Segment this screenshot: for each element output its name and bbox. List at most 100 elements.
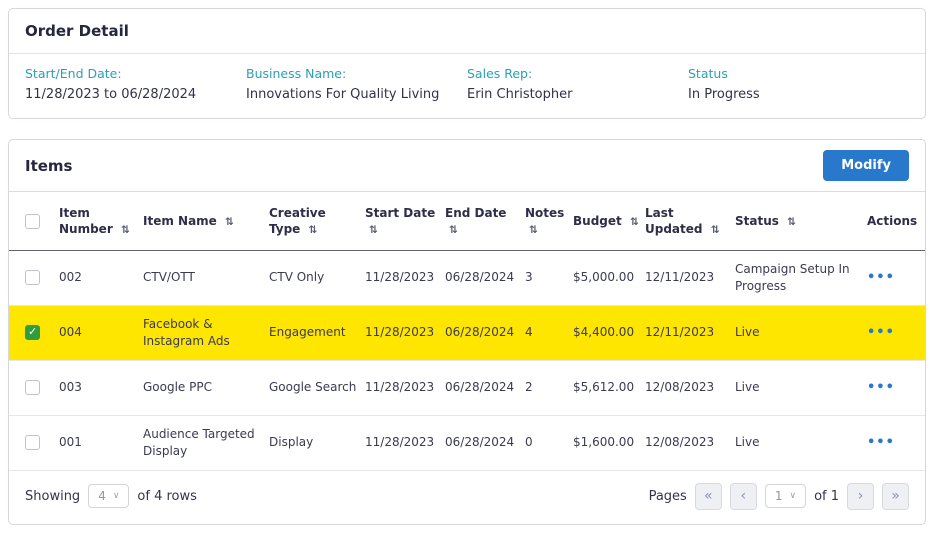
field-value: Erin Christopher bbox=[467, 87, 688, 102]
cell-start-date: 11/28/2023 bbox=[365, 415, 445, 470]
cell-last-updated: 12/08/2023 bbox=[645, 415, 735, 470]
rows-per-page-control: Showing 4 ∨ of 4 rows bbox=[25, 484, 197, 508]
next-page-button[interactable]: › bbox=[847, 483, 874, 510]
table-row: 002 CTV/OTT CTV Only 11/28/2023 06/28/20… bbox=[9, 250, 925, 305]
row-checkbox[interactable] bbox=[25, 270, 40, 285]
sort-icon[interactable]: ⇅ bbox=[630, 216, 639, 228]
column-header-item-name[interactable]: Item Name ⇅ bbox=[143, 192, 269, 250]
field-start-end-date: Start/End Date: 11/28/2023 to 06/28/2024 bbox=[25, 66, 246, 102]
cell-creative-type: CTV Only bbox=[269, 250, 365, 305]
row-checkbox[interactable] bbox=[25, 435, 40, 450]
cell-notes: 4 bbox=[525, 305, 573, 360]
column-label: Creative Type bbox=[269, 206, 326, 236]
cell-end-date: 06/28/2024 bbox=[445, 415, 525, 470]
column-header-budget[interactable]: Budget ⇅ bbox=[573, 192, 645, 250]
column-label: Status bbox=[735, 214, 779, 228]
sort-icon[interactable]: ⇅ bbox=[369, 224, 378, 236]
column-label: End Date bbox=[445, 206, 506, 220]
cell-item-name: Audience Targeted Display bbox=[143, 415, 269, 470]
cell-creative-type: Engagement bbox=[269, 305, 365, 360]
field-label: Start/End Date: bbox=[25, 66, 246, 81]
cell-start-date: 11/28/2023 bbox=[365, 305, 445, 360]
sort-icon[interactable]: ⇅ bbox=[711, 224, 720, 236]
page-select[interactable]: 1 ∨ bbox=[765, 484, 806, 508]
cell-status: Live bbox=[735, 415, 867, 470]
field-value: In Progress bbox=[688, 87, 909, 102]
cell-end-date: 06/28/2024 bbox=[445, 250, 525, 305]
cell-status: Live bbox=[735, 360, 867, 415]
cell-notes: 3 bbox=[525, 250, 573, 305]
column-label: Start Date bbox=[365, 206, 435, 220]
row-checkbox[interactable] bbox=[25, 325, 40, 340]
cell-end-date: 06/28/2024 bbox=[445, 305, 525, 360]
column-header-notes[interactable]: Notes ⇅ bbox=[525, 192, 573, 250]
cell-notes: 2 bbox=[525, 360, 573, 415]
of-rows-label: of 4 rows bbox=[137, 489, 196, 504]
cell-last-updated: 12/11/2023 bbox=[645, 250, 735, 305]
cell-start-date: 11/28/2023 bbox=[365, 360, 445, 415]
cell-end-date: 06/28/2024 bbox=[445, 360, 525, 415]
order-detail-header: Order Detail bbox=[9, 9, 925, 54]
sort-icon[interactable]: ⇅ bbox=[529, 224, 538, 236]
sort-icon[interactable]: ⇅ bbox=[121, 224, 130, 236]
showing-label: Showing bbox=[25, 489, 80, 504]
cell-item-name: Google PPC bbox=[143, 360, 269, 415]
table-row: 003 Google PPC Google Search 11/28/2023 … bbox=[9, 360, 925, 415]
cell-last-updated: 12/08/2023 bbox=[645, 360, 735, 415]
column-header-creative-type[interactable]: Creative Type ⇅ bbox=[269, 192, 365, 250]
prev-page-button[interactable]: ‹ bbox=[730, 483, 757, 510]
cell-budget: $4,400.00 bbox=[573, 305, 645, 360]
items-title: Items bbox=[25, 157, 72, 175]
field-label: Status bbox=[688, 66, 909, 81]
chevron-down-icon: ∨ bbox=[789, 491, 796, 501]
first-page-button[interactable]: « bbox=[695, 483, 722, 510]
row-actions-button[interactable]: ••• bbox=[867, 378, 895, 397]
cell-status: Live bbox=[735, 305, 867, 360]
current-page-value: 1 bbox=[775, 489, 783, 503]
cell-budget: $1,600.00 bbox=[573, 415, 645, 470]
column-header-status[interactable]: Status ⇅ bbox=[735, 192, 867, 250]
table-footer: Showing 4 ∨ of 4 rows Pages « ‹ 1 ∨ of 1… bbox=[9, 471, 925, 524]
column-header-last-updated[interactable]: Last Updated ⇅ bbox=[645, 192, 735, 250]
cell-notes: 0 bbox=[525, 415, 573, 470]
column-header-item-number[interactable]: Item Number ⇅ bbox=[59, 192, 143, 250]
column-label: Last Updated bbox=[645, 206, 703, 236]
sort-icon[interactable]: ⇅ bbox=[309, 224, 318, 236]
items-table: Item Number ⇅ Item Name ⇅ Creative Type … bbox=[9, 192, 925, 471]
cell-item-number: 003 bbox=[59, 360, 143, 415]
cell-item-number: 002 bbox=[59, 250, 143, 305]
sort-icon[interactable]: ⇅ bbox=[225, 216, 234, 228]
column-label: Item Number bbox=[59, 206, 113, 236]
pagination-control: Pages « ‹ 1 ∨ of 1 › » bbox=[649, 483, 909, 510]
last-page-button[interactable]: » bbox=[882, 483, 909, 510]
row-actions-button[interactable]: ••• bbox=[867, 433, 895, 452]
modify-button[interactable]: Modify bbox=[823, 150, 909, 181]
cell-creative-type: Google Search bbox=[269, 360, 365, 415]
column-header-actions: Actions bbox=[867, 192, 925, 250]
field-label: Sales Rep: bbox=[467, 66, 688, 81]
field-value: Innovations For Quality Living bbox=[246, 87, 467, 102]
of-pages-label: of 1 bbox=[814, 489, 839, 504]
field-status: Status In Progress bbox=[688, 66, 909, 102]
order-detail-panel: Order Detail Start/End Date: 11/28/2023 … bbox=[8, 8, 926, 119]
cell-last-updated: 12/11/2023 bbox=[645, 305, 735, 360]
column-header-start-date[interactable]: Start Date ⇅ bbox=[365, 192, 445, 250]
sort-icon[interactable]: ⇅ bbox=[787, 216, 796, 228]
cell-status: Campaign Setup In Progress bbox=[735, 250, 867, 305]
cell-item-name: CTV/OTT bbox=[143, 250, 269, 305]
column-header-end-date[interactable]: End Date ⇅ bbox=[445, 192, 525, 250]
sort-icon[interactable]: ⇅ bbox=[449, 224, 458, 236]
table-row: 001 Audience Targeted Display Display 11… bbox=[9, 415, 925, 470]
items-panel: Items Modify Item Number ⇅ Item Name ⇅ C… bbox=[8, 139, 926, 525]
table-row: 004 Facebook & Instagram Ads Engagement … bbox=[9, 305, 925, 360]
row-checkbox[interactable] bbox=[25, 380, 40, 395]
rows-per-page-select[interactable]: 4 ∨ bbox=[88, 484, 129, 508]
cell-creative-type: Display bbox=[269, 415, 365, 470]
chevron-down-icon: ∨ bbox=[113, 491, 120, 501]
field-value: 11/28/2023 to 06/28/2024 bbox=[25, 87, 246, 102]
cell-start-date: 11/28/2023 bbox=[365, 250, 445, 305]
items-header: Items Modify bbox=[9, 140, 925, 192]
row-actions-button[interactable]: ••• bbox=[867, 268, 895, 287]
select-all-checkbox[interactable] bbox=[25, 214, 40, 229]
row-actions-button[interactable]: ••• bbox=[867, 323, 895, 342]
